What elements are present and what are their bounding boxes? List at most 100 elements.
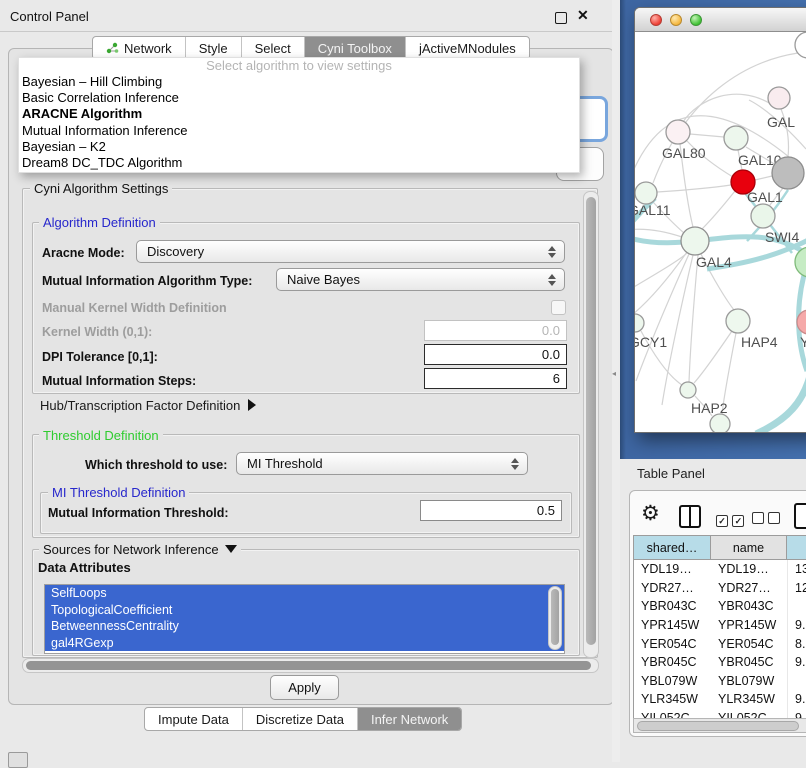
data-attributes-label: Data Attributes xyxy=(38,560,131,575)
kernel-width-field[interactable]: 0.0 xyxy=(424,320,567,341)
which-threshold-combobox[interactable]: MI Threshold xyxy=(236,452,528,475)
columns-icon[interactable] xyxy=(679,505,701,528)
tab-discretize-data[interactable]: Discretize Data xyxy=(243,708,358,730)
table-row[interactable]: YER054CYER054C8. xyxy=(634,634,806,653)
attribute-item-selfloops[interactable]: SelfLoops xyxy=(45,585,564,602)
table-cell: YBR045C xyxy=(634,653,711,672)
manual-kernel-checkbox[interactable] xyxy=(551,300,566,315)
threshold-definition-title: Threshold Definition xyxy=(39,428,163,443)
tab-select[interactable]: Select xyxy=(242,37,305,59)
node-swi4[interactable] xyxy=(751,204,775,228)
settings-horizontal-scrollbar[interactable] xyxy=(22,658,599,673)
tab-style[interactable]: Style xyxy=(186,37,242,59)
zoom-traffic-light[interactable] xyxy=(690,14,702,26)
column-header-2[interactable] xyxy=(787,536,806,560)
close-traffic-light[interactable] xyxy=(650,14,662,26)
node-gal4[interactable] xyxy=(681,227,709,255)
algorithm-option-bayesian-k2[interactable]: Bayesian – K2 xyxy=(19,139,579,155)
cyni-settings-title: Cyni Algorithm Settings xyxy=(30,181,172,196)
attributes-scrollbar[interactable] xyxy=(548,586,562,650)
data-attributes-list: SelfLoopsTopologicalCoefficientBetweenne… xyxy=(44,584,565,654)
node-table: shared…name YDL19…YDL19…13YDR27…YDR27…12… xyxy=(633,535,806,719)
node-gal[interactable] xyxy=(768,87,790,109)
table-row[interactable]: YBL079WYBL079W xyxy=(634,672,806,691)
manual-kernel-label: Manual Kernel Width Definition xyxy=(42,301,227,315)
bottom-tabs: Impute DataDiscretize DataInfer Network xyxy=(144,707,462,731)
table-cell: 9. xyxy=(787,616,806,635)
attribute-item-betweennesscentrality[interactable]: BetweennessCentrality xyxy=(45,618,564,635)
network-view[interactable]: GALGAL80GAL10GAL1GAL11SWI4GAL4GCY1HAP4YH… xyxy=(635,32,806,432)
settings-vertical-scrollbar[interactable] xyxy=(583,191,599,658)
apply-button[interactable]: Apply xyxy=(270,675,339,700)
algorithm-option-aracne-algorithm[interactable]: ARACNE Algorithm xyxy=(19,106,579,122)
network-window-titlebar[interactable] xyxy=(635,8,806,32)
table-row[interactable]: YLR345WYLR345W9. xyxy=(634,690,806,709)
corner-widget[interactable] xyxy=(8,752,28,768)
table-row[interactable]: YBR045CYBR045C9. xyxy=(634,653,806,672)
node-pink-right-label: Y xyxy=(800,334,806,350)
tab-label: Select xyxy=(255,41,291,56)
table-row[interactable]: YPR145WYPR145W9. xyxy=(634,616,806,635)
mi-threshold-field[interactable]: 0.5 xyxy=(420,500,562,521)
algorithm-option-bayesian-hill-climbing[interactable]: Bayesian – Hill Climbing xyxy=(19,74,579,90)
which-threshold-label: Which threshold to use: xyxy=(85,458,227,472)
float-window-icon[interactable] xyxy=(555,12,567,24)
minimize-traffic-light[interactable] xyxy=(670,14,682,26)
tab-label: Network xyxy=(124,41,172,56)
stepper-icon xyxy=(548,246,556,258)
attribute-item-gal4rgexp[interactable]: gal4RGexp xyxy=(45,635,564,652)
algorithm-option-dream8-dc-tdc-algorithm[interactable]: Dream8 DC_TDC Algorithm xyxy=(19,155,579,171)
which-threshold-value: MI Threshold xyxy=(247,456,323,471)
panel-splitter[interactable] xyxy=(612,0,620,762)
dpi-tolerance-field[interactable]: 0.0 xyxy=(424,344,567,365)
algorithm-option-mutual-information-inference[interactable]: Mutual Information Inference xyxy=(19,123,579,139)
node-hap2[interactable] xyxy=(680,382,696,398)
tab-infer-network[interactable]: Infer Network xyxy=(358,708,461,730)
stepper-icon xyxy=(548,274,556,286)
node-gal11[interactable] xyxy=(635,182,657,204)
node-green-big[interactable] xyxy=(795,247,806,277)
sources-toggle[interactable]: Sources for Network Inference xyxy=(39,542,241,557)
splitter-arrow-icon[interactable]: ◂ xyxy=(612,369,616,378)
table-row[interactable]: YBR043CYBR043C xyxy=(634,597,806,616)
node-hap4[interactable] xyxy=(726,309,750,333)
node-gray[interactable] xyxy=(772,157,804,189)
aracne-mode-combobox[interactable]: Discovery xyxy=(136,240,565,263)
algorithm-option-basic-correlation-inference[interactable]: Basic Correlation Inference xyxy=(19,90,579,106)
aracne-mode-label: Aracne Mode: xyxy=(42,246,125,260)
tab-impute-data[interactable]: Impute Data xyxy=(145,708,243,730)
node-gal4-label: GAL4 xyxy=(696,254,732,270)
deselect-all-columns-icon[interactable] xyxy=(752,511,780,529)
gear-icon[interactable]: ⚙ xyxy=(641,503,660,524)
close-icon[interactable]: ✕ xyxy=(577,7,589,24)
tab-cyni-toolbox[interactable]: Cyni Toolbox xyxy=(305,37,406,59)
mi-type-value: Naive Bayes xyxy=(287,272,360,287)
table-cell: YBR043C xyxy=(711,597,787,616)
table-cell: YBL079W xyxy=(711,672,787,691)
mi-threshold-group-title: MI Threshold Definition xyxy=(48,485,189,500)
table-body: YDL19…YDL19…13YDR27…YDR27…12YBR043CYBR04… xyxy=(634,560,806,719)
attribute-item-topologicalcoefficient[interactable]: TopologicalCoefficient xyxy=(45,602,564,619)
node-gal10[interactable] xyxy=(724,126,748,150)
table-horizontal-scrollbar[interactable] xyxy=(633,718,806,733)
node-unlabeled-bottom[interactable] xyxy=(710,414,730,432)
table-header-row: shared…name xyxy=(634,536,806,560)
mi-type-combobox[interactable]: Naive Bayes xyxy=(276,268,565,291)
network-icon xyxy=(106,42,119,54)
mi-type-label: Mutual Information Algorithm Type: xyxy=(42,274,252,288)
export-table-icon[interactable] xyxy=(794,503,806,529)
select-all-columns-icon[interactable]: ✓ ✓ xyxy=(716,511,744,529)
node-gal80[interactable] xyxy=(666,120,690,144)
column-header-name[interactable]: name xyxy=(711,536,787,560)
algorithm-definition-title: Algorithm Definition xyxy=(39,215,160,230)
column-header-shared[interactable]: shared… xyxy=(634,536,711,560)
tab-network[interactable]: Network xyxy=(93,37,186,59)
node-gcy1[interactable] xyxy=(635,314,644,332)
node-unlabeled-top[interactable] xyxy=(795,32,806,58)
hub-definition-toggle[interactable]: Hub/Transcription Factor Definition xyxy=(40,398,256,413)
table-row[interactable]: YDL19…YDL19…13 xyxy=(634,560,806,579)
mi-steps-field[interactable]: 6 xyxy=(424,368,567,389)
tab-jactivemnodules[interactable]: jActiveMNodules xyxy=(406,37,529,59)
table-row[interactable]: YDR27…YDR27…12 xyxy=(634,579,806,598)
control-panel-title: Control Panel xyxy=(10,9,89,24)
